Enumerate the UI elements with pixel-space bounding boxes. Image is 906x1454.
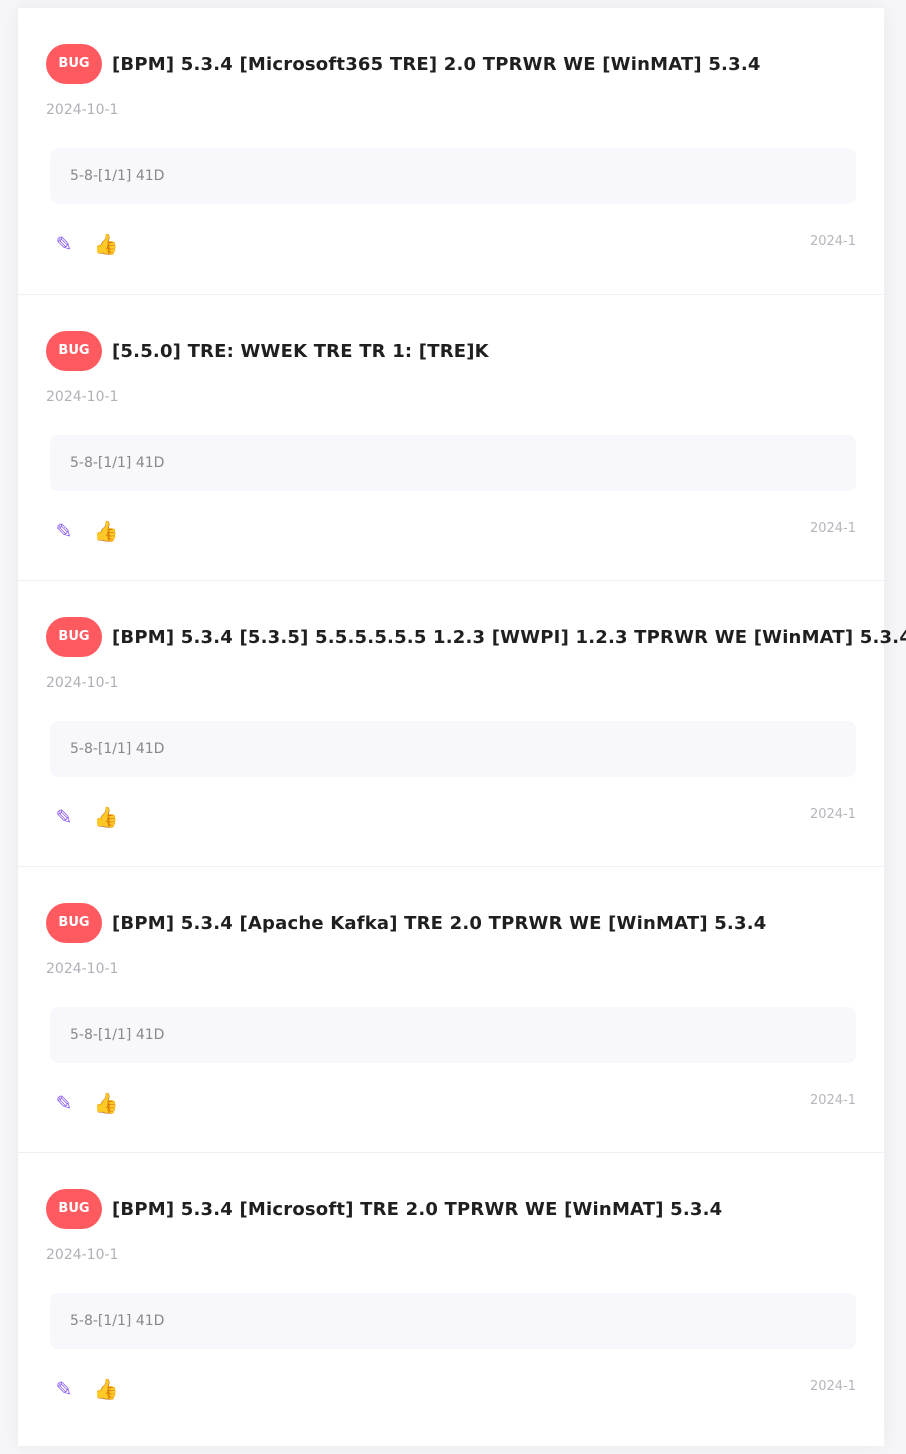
bug-tag: BUG [46,331,102,371]
description-text: 5-8-[1/1] 41D [70,1027,165,1043]
issue-card[interactable]: BUG [BPM] 5.3.4 [Microsoft365 TRE] 2.0 T… [18,8,884,294]
issue-description: 5-8-[1/1] 41D [50,148,856,204]
card-actions: ✎ 👍 [50,803,134,831]
thumbs-up-icon[interactable]: 👍 [92,1089,120,1117]
card-actions: ✎ 👍 [50,517,134,545]
issue-title[interactable]: [BPM] 5.3.4 [5.3.5] 5.5.5.5.5.5 1.2.3 [W… [112,627,906,648]
issue-card[interactable]: BUG [BPM] 5.3.4 [Microsoft] TRE 2.0 TPRW… [18,1152,884,1439]
issue-meta: 2024-10-1 [46,961,119,977]
issue-card[interactable]: BUG [BPM] 5.3.4 [5.3.5] 5.5.5.5.5.5 1.2.… [18,580,906,867]
issue-title[interactable]: [BPM] 5.3.4 [Microsoft365 TRE] 2.0 TPRWR… [112,54,761,75]
issue-description: 5-8-[1/1] 41D [50,1007,856,1063]
card-header: BUG [5.5.0] TRE: WWEK TRE TR 1: [TRE]K [46,331,489,371]
card-header: BUG [BPM] 5.3.4 [5.3.5] 5.5.5.5.5.5 1.2.… [46,617,906,657]
card-header: BUG [BPM] 5.3.4 [Apache Kafka] TRE 2.0 T… [46,903,766,943]
issue-card[interactable]: BUG [5.5.0] TRE: WWEK TRE TR 1: [TRE]K 2… [18,294,884,581]
edit-icon[interactable]: ✎ [50,1089,78,1117]
card-actions: ✎ 👍 [50,1089,134,1117]
issue-description: 5-8-[1/1] 41D [50,1293,856,1349]
bug-tag: BUG [46,903,102,943]
card-actions: ✎ 👍 [50,1375,134,1403]
card-actions: ✎ 👍 [50,230,134,258]
issue-title[interactable]: [BPM] 5.3.4 [Apache Kafka] TRE 2.0 TPRWR… [112,913,766,934]
card-header: BUG [BPM] 5.3.4 [Microsoft] TRE 2.0 TPRW… [46,1189,722,1229]
card-header: BUG [BPM] 5.3.4 [Microsoft365 TRE] 2.0 T… [46,44,761,84]
issue-date: 2024-1 [809,1379,856,1394]
description-text: 5-8-[1/1] 41D [70,1313,165,1329]
issue-date: 2024-1 [809,234,856,249]
edit-icon[interactable]: ✎ [50,517,78,545]
issue-meta: 2024-10-1 [46,389,119,405]
description-text: 5-8-[1/1] 41D [70,741,165,757]
thumbs-up-icon[interactable]: 👍 [92,230,120,258]
description-text: 5-8-[1/1] 41D [70,455,165,471]
issue-date: 2024-1 [809,521,856,536]
issue-date: 2024-1 [809,1093,856,1108]
edit-icon[interactable]: ✎ [50,1375,78,1403]
description-text: 5-8-[1/1] 41D [70,168,165,184]
issue-meta: 2024-10-1 [46,102,119,118]
issue-card[interactable]: BUG [BPM] 5.3.4 [Apache Kafka] TRE 2.0 T… [18,866,884,1153]
issue-title[interactable]: [5.5.0] TRE: WWEK TRE TR 1: [TRE]K [112,341,489,362]
edit-icon[interactable]: ✎ [50,803,78,831]
bug-tag: BUG [46,617,102,657]
edit-icon[interactable]: ✎ [50,230,78,258]
issue-meta: 2024-10-1 [46,1247,119,1263]
bug-tag: BUG [46,1189,102,1229]
thumbs-up-icon[interactable]: 👍 [92,803,120,831]
issue-date: 2024-1 [809,807,856,822]
bug-tag: BUG [46,44,102,84]
thumbs-up-icon[interactable]: 👍 [92,517,120,545]
thumbs-up-icon[interactable]: 👍 [92,1375,120,1403]
issue-description: 5-8-[1/1] 41D [50,435,856,491]
issue-meta: 2024-10-1 [46,675,119,691]
issue-description: 5-8-[1/1] 41D [50,721,856,777]
issue-title[interactable]: [BPM] 5.3.4 [Microsoft] TRE 2.0 TPRWR WE… [112,1199,722,1220]
issue-list: BUG [BPM] 5.3.4 [Microsoft365 TRE] 2.0 T… [18,8,906,1446]
